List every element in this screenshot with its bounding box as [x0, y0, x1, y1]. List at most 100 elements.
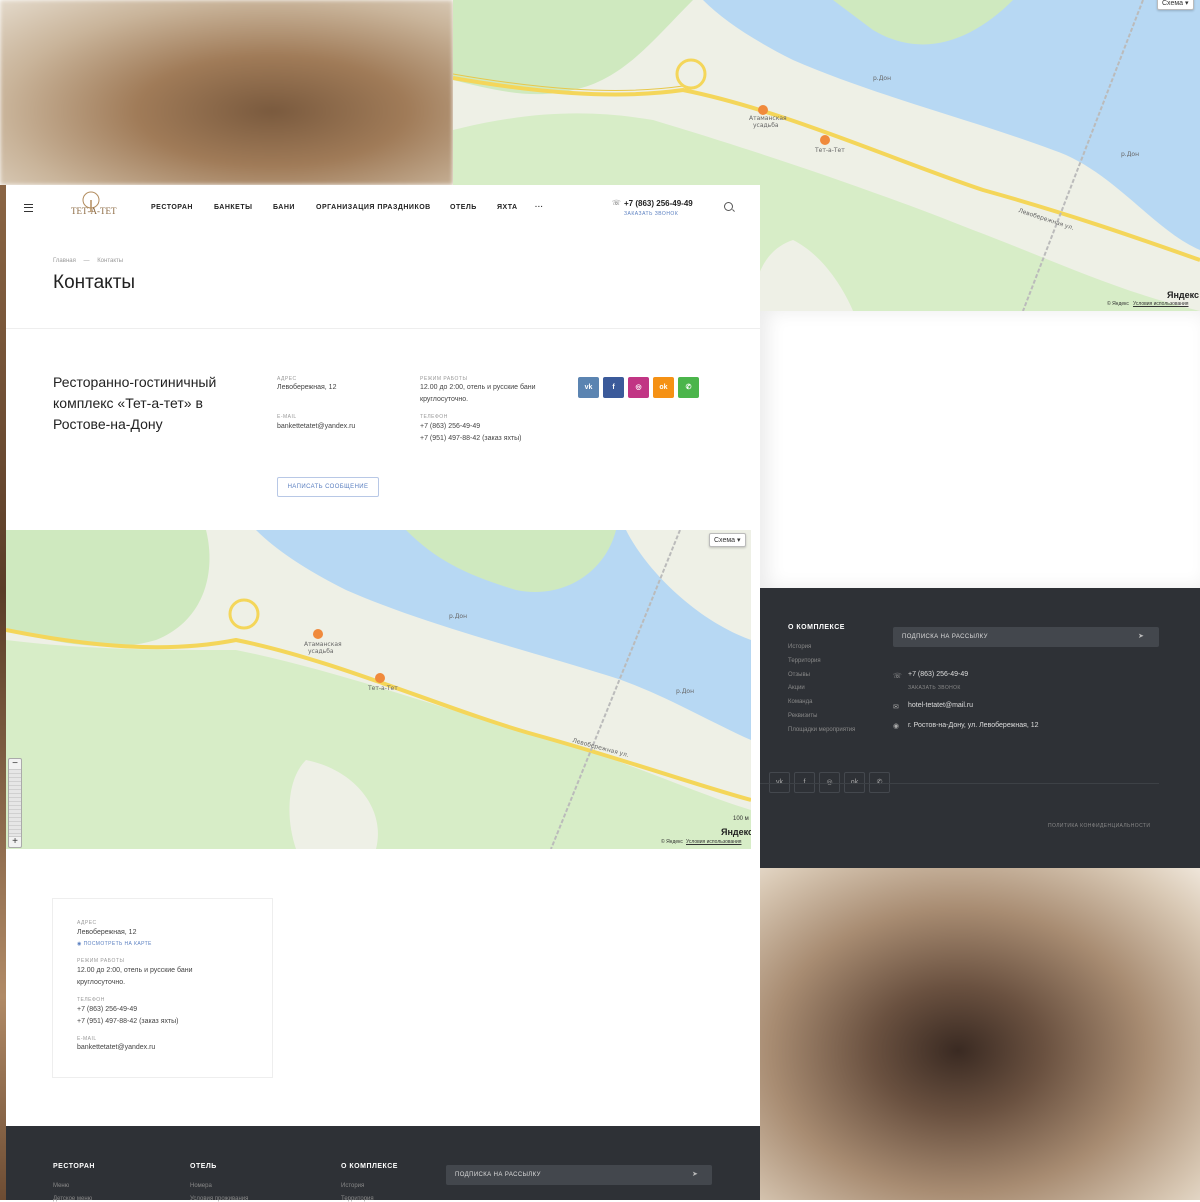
- breadcrumb-separator: —: [83, 258, 90, 264]
- page-title: Контакты: [53, 272, 136, 293]
- footer-right: О КОМПЛЕКСЕ История Территория Отзывы Ак…: [760, 588, 1200, 868]
- header-phone[interactable]: +7 (863) 256-49-49: [624, 199, 693, 208]
- search-icon[interactable]: [724, 202, 733, 211]
- footer-link-promos[interactable]: Акции: [788, 685, 805, 691]
- nav-item-events[interactable]: ОРГАНИЗАЦИЯ ПРАЗДНИКОВ: [316, 204, 431, 211]
- map-main[interactable]: р.Дон р.Дон Левобережная ул. Атаманская …: [6, 530, 751, 849]
- logo[interactable]: ТЕТ-А-ТЕТ: [68, 190, 116, 222]
- vk-icon[interactable]: vk: [578, 377, 599, 398]
- footer-phone[interactable]: +7 (863) 256-49-49: [908, 671, 968, 678]
- footer-col-restaurant-heading: РЕСТОРАН: [53, 1163, 95, 1170]
- phone-icon: ☏: [612, 200, 621, 207]
- map-poi-1-line-1: Атаманская: [304, 641, 342, 648]
- email-value[interactable]: bankettetatet@yandex.ru: [277, 421, 355, 433]
- map-top-terms-link[interactable]: Условия использования: [1133, 301, 1189, 307]
- map-scheme-button[interactable]: Схема ▾: [709, 533, 746, 547]
- footer-link-reviews[interactable]: Отзывы: [788, 672, 810, 678]
- infobox-email[interactable]: bankettetatet@yandex.ru: [77, 1042, 155, 1054]
- whatsapp-icon[interactable]: ✆: [678, 377, 699, 398]
- view-on-map-link[interactable]: ◉ ПОСМОТРЕТЬ НА КАРТЕ: [77, 941, 152, 947]
- instagram-icon[interactable]: ◎: [628, 377, 649, 398]
- footer-callback-link[interactable]: ЗАКАЗАТЬ ЗВОНОК: [908, 685, 961, 691]
- map-terms-link[interactable]: Условия использования: [686, 839, 742, 845]
- map-pin-tet-a-tet-icon: [375, 673, 385, 683]
- footer-link-history-bottom[interactable]: История: [341, 1183, 364, 1189]
- nav-item-restaurant[interactable]: РЕСТОРАН: [151, 204, 193, 211]
- nav-item-hotel[interactable]: ОТЕЛЬ: [450, 204, 477, 211]
- phone-value-2[interactable]: +7 (951) 497-88-42 (заказ яхты): [420, 433, 521, 445]
- facebook-icon[interactable]: f: [603, 377, 624, 398]
- breadcrumb: Главная — Контакты: [53, 258, 123, 264]
- divider: [6, 328, 760, 329]
- company-name: Ресторанно-гостиничный комплекс «Тет-а-т…: [53, 374, 217, 432]
- footer-address: г. Ростов-на-Дону, ул. Левобережная, 12: [908, 722, 1039, 729]
- background-photo-bottom-right: [760, 868, 1200, 1200]
- write-message-button[interactable]: НАПИСАТЬ СООБЩЕНИЕ: [277, 477, 379, 497]
- odnoklassniki-icon[interactable]: ok: [653, 377, 674, 398]
- footer-phone-icon: ☏: [893, 673, 902, 680]
- footer-link-requisites[interactable]: Реквизиты: [788, 713, 817, 719]
- infobox-address-label: АДРЕС: [77, 920, 97, 926]
- hours-line-2: круглосуточно.: [420, 396, 469, 403]
- infobox-phone-1[interactable]: +7 (863) 256-49-49: [77, 1004, 137, 1016]
- footer-link-territory-bottom[interactable]: Территория: [341, 1196, 374, 1202]
- nav-more-button[interactable]: ···: [535, 204, 544, 211]
- footer-right-heading: О КОМПЛЕКСЕ: [788, 624, 845, 631]
- phone-label: ТЕЛЕФОН: [420, 414, 448, 420]
- map-copyright: © Яндекс: [661, 839, 683, 845]
- footer-link-territory[interactable]: Территория: [788, 658, 821, 664]
- map-main-river-label-2: р.Дон: [676, 688, 694, 695]
- footer-link-kids-menu[interactable]: Детское меню: [53, 1196, 92, 1202]
- map-top-river-label-2: р.Дон: [1121, 151, 1139, 158]
- nav-item-yacht[interactable]: ЯХТА: [497, 204, 518, 211]
- contact-infobox: АДРЕС Левобережная, 12 ◉ ПОСМОТРЕТЬ НА К…: [52, 898, 273, 1078]
- footer-link-menu[interactable]: Меню: [53, 1183, 69, 1189]
- map-zoom-control[interactable]: − +: [8, 758, 22, 848]
- svg-text:усадьба: усадьба: [753, 122, 779, 129]
- footer-link-rooms[interactable]: Номера: [190, 1183, 212, 1189]
- phone-value-1[interactable]: +7 (863) 256-49-49: [420, 421, 480, 433]
- footer-subscribe-input[interactable]: ПОДПИСКА НА РАССЫЛКУ: [893, 627, 1159, 647]
- footer-bottom-send-icon[interactable]: ➤: [692, 1170, 698, 1178]
- infobox-hours-line-1: 12.00 до 2:00, отель и русские бани: [77, 967, 193, 974]
- map-poi-1-line-2: усадьба: [308, 648, 334, 655]
- background-blank-panel: [760, 311, 1200, 588]
- footer-link-conditions[interactable]: Условия проживания: [190, 1196, 248, 1202]
- map-scale: 100 м: [733, 816, 749, 822]
- menu-icon[interactable]: [24, 204, 33, 212]
- infobox-hours-line-2: круглосуточно.: [77, 979, 126, 986]
- email-label: E-MAIL: [277, 414, 297, 420]
- footer-email[interactable]: hotel-tetatet@mail.ru: [908, 702, 973, 709]
- footer-col-hotel-heading: ОТЕЛЬ: [190, 1163, 217, 1170]
- infobox-phone-2[interactable]: +7 (951) 497-88-42 (заказ яхты): [77, 1016, 178, 1028]
- svg-text:Атаманская: Атаманская: [749, 115, 787, 122]
- footer-link-history[interactable]: История: [788, 644, 811, 650]
- map-main-canvas: р.Дон р.Дон Левобережная ул. Атаманская …: [6, 530, 751, 849]
- privacy-policy-link[interactable]: ПОЛИТИКА КОНФИДЕНЦИАЛЬНОСТИ: [1048, 823, 1150, 829]
- send-icon[interactable]: ➤: [1138, 632, 1144, 640]
- zoom-out-button[interactable]: −: [9, 759, 21, 769]
- map-pin-ataman-icon: [313, 629, 323, 639]
- footer-bottom-subscribe-input[interactable]: ПОДПИСКА НА РАССЫЛКУ: [446, 1165, 712, 1185]
- footer-link-team[interactable]: Команда: [788, 699, 812, 705]
- footer-link-venues[interactable]: Площадки мероприятия: [788, 727, 855, 733]
- map-main-river-label-1: р.Дон: [449, 613, 467, 620]
- hours-line-1: 12.00 до 2:00, отель и русские бани: [420, 384, 536, 391]
- map-poi-2: Тет-а-Тет: [367, 685, 398, 692]
- breadcrumb-home[interactable]: Главная: [53, 258, 76, 264]
- svg-text:Тет-а-Тет: Тет-а-Тет: [814, 147, 845, 154]
- footer-divider: [760, 783, 1159, 784]
- zoom-in-button[interactable]: +: [9, 837, 21, 847]
- nav-item-banquets[interactable]: БАНКЕТЫ: [214, 204, 252, 211]
- callback-link[interactable]: ЗАКАЗАТЬ ЗВОНОК: [624, 211, 678, 217]
- map-top-yandex-logo: Яндекс: [1167, 290, 1200, 300]
- view-on-map-label: ПОСМОТРЕТЬ НА КАРТЕ: [83, 941, 152, 947]
- background-photo-top-left: [0, 0, 453, 185]
- map-top-scheme-button[interactable]: Схема ▾: [1157, 0, 1194, 10]
- map-top-river-label-1: р.Дон: [873, 75, 891, 82]
- breadcrumb-current: Контакты: [97, 258, 124, 264]
- infobox-hours-label: РЕЖИМ РАБОТЫ: [77, 958, 125, 964]
- zoom-slider[interactable]: [9, 769, 21, 837]
- nav-item-baths[interactable]: БАНИ: [273, 204, 295, 211]
- footer-location-icon: ◉: [893, 723, 900, 730]
